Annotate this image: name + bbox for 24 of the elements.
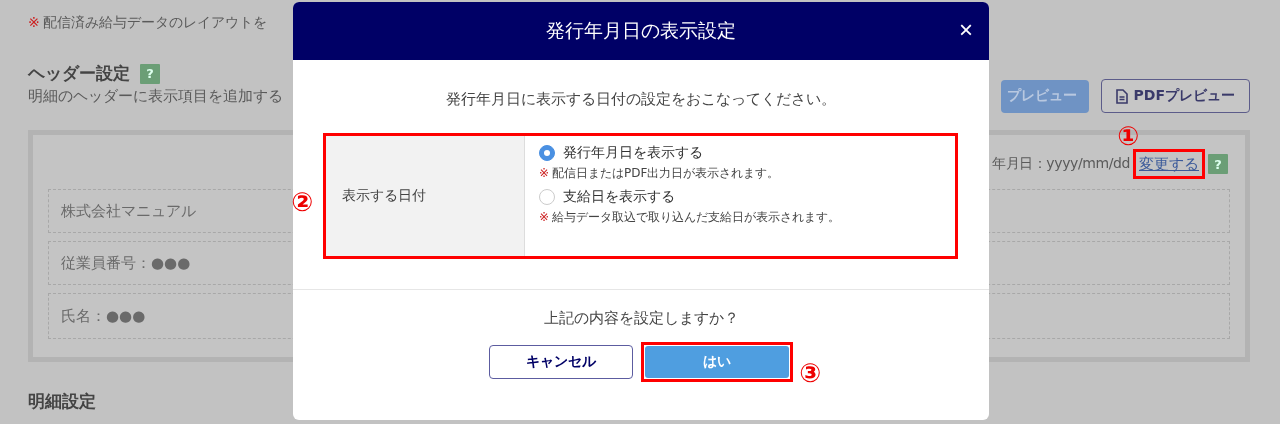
step-number: ② xyxy=(291,187,313,217)
document-icon xyxy=(1115,88,1128,104)
step-number: ① xyxy=(1117,121,1139,151)
field-label: 表示する日付 xyxy=(326,136,525,256)
instruction-text: 発行年月日に表示する日付の設定をおこなってください。 xyxy=(445,90,837,109)
pdf-preview-button[interactable]: PDFプレビュー xyxy=(1100,79,1250,113)
option-note: 給与データ取込で取り込んだ支給日が表示されます。 xyxy=(552,210,841,224)
close-button[interactable]: × xyxy=(959,17,973,43)
notice-text: 配信済み給与データのレイアウトを xyxy=(42,14,267,30)
option-note: 配信日またはPDF出力日が表示されます。 xyxy=(552,166,780,180)
note-mark: ※ xyxy=(539,210,550,224)
radio-option[interactable]: 支給日を表示する xyxy=(539,188,941,206)
issue-date-label: 年月日：yyyy/mm/dd xyxy=(991,155,1130,173)
confirm-question: 上記の内容を設定しますか？ xyxy=(543,309,739,328)
step-number: ③ xyxy=(799,358,821,388)
notice-mark: ※ xyxy=(28,14,40,30)
change-link[interactable]: 変更する xyxy=(1139,155,1199,173)
section-title: ヘッダー設定 xyxy=(28,62,130,85)
cancel-button[interactable]: キャンセル xyxy=(489,345,633,379)
radio-option[interactable]: 発行年月日を表示する xyxy=(539,144,941,162)
section-description: 明細のヘッダーに表示項目を追加する xyxy=(28,86,283,106)
section-title: 明細設定 xyxy=(28,390,97,413)
note-mark: ※ xyxy=(539,166,550,180)
dialog-title: 発行年月日の表示設定 xyxy=(546,18,736,43)
